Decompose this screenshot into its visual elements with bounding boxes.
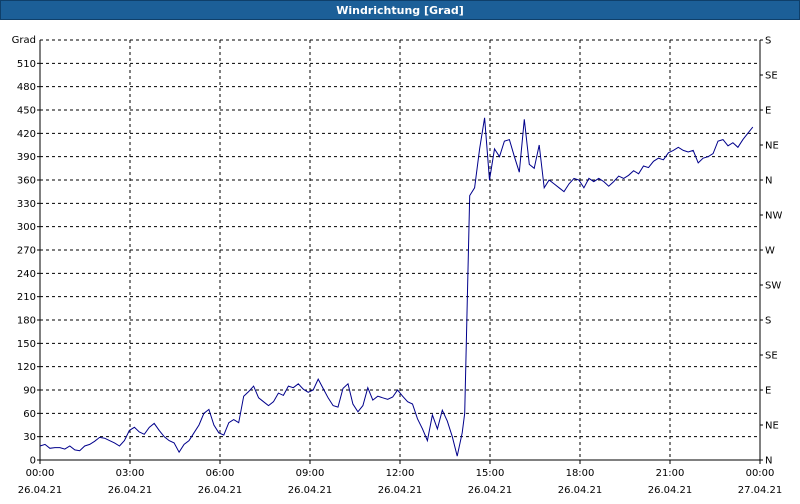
x-tick-time: 00:00 xyxy=(26,468,55,479)
y-tick-label: 180 xyxy=(17,316,36,327)
window-title-bar: Windrichtung [Grad] xyxy=(0,0,800,20)
compass-label: S xyxy=(765,36,771,47)
series-line xyxy=(39,117,754,457)
compass-label: N xyxy=(765,176,772,187)
y-tick-label: 420 xyxy=(17,129,36,140)
x-tick-date: 26.04.21 xyxy=(648,485,693,496)
grid-lines xyxy=(40,39,760,460)
y-tick-label: 30 xyxy=(23,432,36,443)
compass-label: SW xyxy=(765,281,781,292)
x-tick-date: 26.04.21 xyxy=(108,485,153,496)
window-title: Windrichtung [Grad] xyxy=(336,3,464,17)
y-tick-label: 510 xyxy=(17,59,36,70)
y-tick-label: 150 xyxy=(17,339,36,350)
compass-label: N xyxy=(765,456,772,467)
x-tick-time: 15:00 xyxy=(476,468,505,479)
x-tick-time: 12:00 xyxy=(386,468,415,479)
x-tick-time: 00:00 xyxy=(746,468,775,479)
x-tick-time: 03:00 xyxy=(116,468,145,479)
compass-label: S xyxy=(765,316,771,327)
y-tick-label: 390 xyxy=(17,152,36,163)
x-tick-time: 18:00 xyxy=(566,468,595,479)
compass-label: W xyxy=(765,246,775,257)
x-tick-time: 09:00 xyxy=(296,468,325,479)
tick-labels: 0 30 60 90 120 150 180 210 240 270 300 330 360 390 420… xyxy=(12,35,783,496)
y-tick-label: 120 xyxy=(17,362,36,373)
y-tick-label: 300 xyxy=(17,222,36,233)
compass-label: SE xyxy=(765,71,778,82)
compass-label: SE xyxy=(765,351,778,362)
x-tick-date: 26.04.21 xyxy=(198,485,243,496)
y-tick-label: 240 xyxy=(17,269,36,280)
x-tick-date: 26.04.21 xyxy=(558,485,603,496)
line-chart: 0 30 60 90 120 150 180 210 240 270 300 330 360 390 420… xyxy=(12,35,783,496)
y-tick-label: 90 xyxy=(23,386,36,397)
chart-area: 0 30 60 90 120 150 180 210 240 270 300 330 360 390 420… xyxy=(0,20,800,500)
y-tick-label: 0 xyxy=(30,456,36,467)
y-tick-label: 270 xyxy=(17,246,36,257)
series-group xyxy=(39,117,754,457)
y-tick-label: 210 xyxy=(17,292,36,303)
x-tick-date: 26.04.21 xyxy=(288,485,333,496)
y-tick-label: 480 xyxy=(17,82,36,93)
x-tick-date: 27.04.21 xyxy=(738,485,783,496)
x-tick-date: 26.04.21 xyxy=(468,485,513,496)
y-tick-label: 360 xyxy=(17,176,36,187)
compass-label: NE xyxy=(765,141,779,152)
x-tick-date: 26.04.21 xyxy=(18,485,63,496)
y-tick-label: 450 xyxy=(17,106,36,117)
y-tick-label: 330 xyxy=(17,199,36,210)
x-tick-time: 06:00 xyxy=(206,468,235,479)
compass-label: E xyxy=(765,106,771,117)
compass-label: NE xyxy=(765,421,779,432)
y-tick-label: 60 xyxy=(23,409,36,420)
x-tick-time: 21:00 xyxy=(656,468,685,479)
compass-label: E xyxy=(765,386,771,397)
y-axis-label: Grad xyxy=(12,35,36,46)
x-tick-date: 26.04.21 xyxy=(378,485,423,496)
compass-label: NW xyxy=(765,211,782,222)
